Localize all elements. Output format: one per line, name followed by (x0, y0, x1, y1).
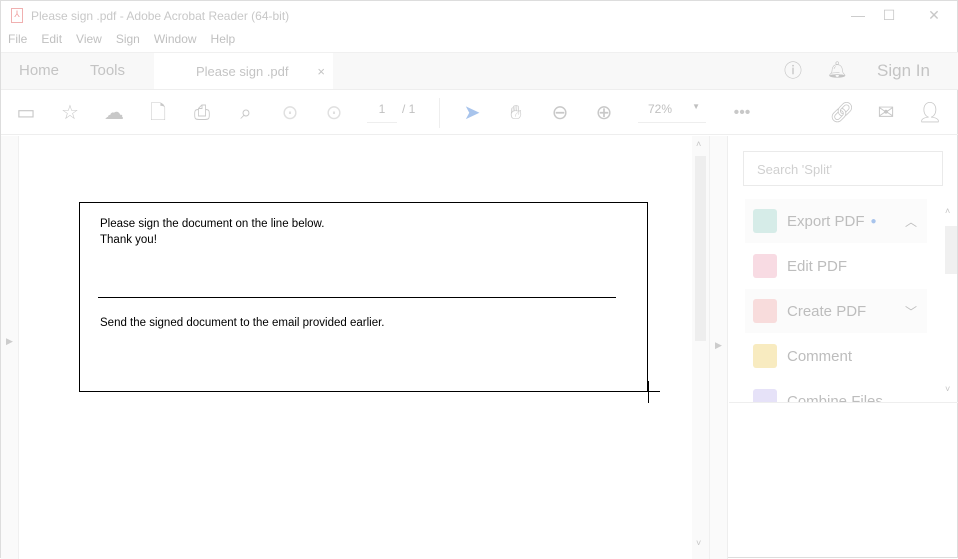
protect-icon[interactable]: 🗋︎ (145, 100, 171, 126)
chevron-up-icon[interactable]: ︿ (905, 213, 917, 230)
chevron-right-icon: ▶ (6, 336, 13, 346)
minimize-button[interactable]: — (843, 7, 873, 23)
chevron-down-icon: ▼ (692, 102, 700, 111)
help-icon[interactable]: ⓘ (784, 53, 802, 90)
share-link-icon[interactable]: 🔗︎ (829, 100, 855, 126)
bell-icon[interactable]: 🔔︎ (827, 53, 847, 90)
zoom-in-icon[interactable]: ⊕ (591, 100, 617, 126)
close-button[interactable]: ✕ (919, 7, 949, 24)
upload-cloud-icon[interactable]: ☁ (101, 100, 127, 126)
tool-label: Edit PDF (787, 257, 848, 275)
left-panel-toggle[interactable]: ▶ (1, 136, 19, 559)
right-panel-toggle[interactable]: ▶ (709, 136, 728, 559)
zoom-select[interactable]: 72% ▼ (638, 102, 706, 123)
tab-tools[interactable]: Tools (90, 53, 125, 90)
tools-pane: Search 'Split' Export PDF ● ︿ Edit PDF Cre… (729, 136, 958, 559)
tab-document[interactable]: Please sign .pdf × (154, 53, 333, 90)
tool-label: Combine Files (787, 392, 883, 403)
scroll-down-icon[interactable]: ˅ (696, 538, 701, 548)
create-pdf-icon (753, 299, 777, 323)
chevron-right-icon: ▶ (715, 340, 722, 350)
print-icon[interactable]: ⎙ (189, 100, 215, 126)
tool-edit-pdf[interactable]: Edit PDF (745, 244, 927, 288)
scroll-up-icon[interactable]: ˄ (696, 139, 701, 149)
tool-export-pdf[interactable]: Export PDF ● ︿ (745, 199, 927, 243)
premium-badge-icon: ● (870, 215, 877, 227)
close-tab-icon[interactable]: × (317, 53, 325, 90)
tab-home[interactable]: Home (19, 53, 59, 90)
scrollbar-thumb[interactable] (695, 156, 706, 341)
email-icon[interactable]: ✉ (873, 100, 899, 126)
edit-pdf-icon (753, 254, 777, 278)
menu-file[interactable]: File (1, 32, 34, 52)
sign-in-button[interactable]: Sign In (877, 53, 930, 90)
tools-scrollbar-thumb[interactable] (945, 226, 957, 274)
signature-line (98, 297, 616, 298)
document-text-line: Send the signed document to the email pr… (100, 317, 385, 329)
search-icon[interactable]: ⌕ (233, 100, 259, 126)
menu-sign[interactable]: Sign (109, 32, 147, 52)
divider (439, 98, 440, 128)
tool-label: Export PDF (787, 212, 865, 230)
tab-document-label: Please sign .pdf (196, 64, 289, 79)
select-cursor-icon[interactable]: ➤ (459, 100, 485, 126)
pdf-content-box: Please sign the document on the line bel… (79, 202, 648, 392)
menu-window[interactable]: Window (147, 32, 204, 52)
tool-list-clip: Combine Files (729, 379, 943, 402)
menu-edit[interactable]: Edit (34, 32, 69, 52)
zoom-out-icon[interactable]: ⊖ (547, 100, 573, 126)
combine-files-icon (753, 389, 777, 402)
star-icon[interactable]: ☆ (57, 100, 83, 126)
divider (729, 402, 958, 403)
page-total: / 1 (402, 102, 416, 116)
comment-icon (753, 344, 777, 368)
document-text-line: Please sign the document on the line bel… (100, 218, 325, 230)
title-bar: ⅄ Please sign .pdf - Adobe Acrobat Reade… (1, 1, 958, 31)
crosshair-cursor-icon (648, 381, 649, 403)
tool-label: Comment (787, 347, 853, 365)
tool-search-input[interactable]: Search 'Split' (743, 151, 943, 186)
tool-create-pdf[interactable]: Create PDF ﹀ (745, 289, 927, 333)
toolbar: ▭ ☆ ☁ 🗋︎ ⎙ ⌕ ⊙ ⊙ 1 / 1 ➤ ✋︎ ⊖ ⊕ 72% ▼ •••… (1, 89, 958, 135)
next-page-icon[interactable]: ⊙ (321, 100, 347, 126)
acrobat-icon: ⅄ (11, 8, 23, 23)
page-number-input[interactable]: 1 (367, 102, 397, 123)
hand-icon[interactable]: ✋︎ (503, 100, 529, 126)
user-add-icon[interactable]: 👤︎ (917, 100, 943, 126)
crosshair-cursor-icon (637, 391, 660, 392)
more-icon[interactable]: ••• (729, 100, 755, 126)
document-text-line: Thank you! (100, 234, 157, 246)
prev-page-icon[interactable]: ⊙ (277, 100, 303, 126)
menu-bar: File Edit View Sign Window Help (1, 32, 242, 52)
tool-combine-files[interactable]: Combine Files (745, 379, 927, 402)
chevron-down-icon[interactable]: ﹀ (905, 303, 917, 320)
menu-help[interactable]: Help (204, 32, 243, 52)
menu-view[interactable]: View (69, 32, 109, 52)
scroll-up-icon[interactable]: ˄ (945, 206, 950, 216)
tab-bar: Home Tools Please sign .pdf × ⓘ 🔔︎ Sign … (1, 52, 958, 90)
scroll-down-icon[interactable]: ˅ (945, 384, 950, 394)
window-title: Please sign .pdf - Adobe Acrobat Reader … (31, 9, 290, 23)
maximize-button[interactable]: ☐ (874, 7, 904, 24)
tool-label: Create PDF (787, 302, 867, 320)
tool-comment[interactable]: Comment (745, 334, 927, 378)
export-pdf-icon (753, 209, 777, 233)
save-icon[interactable]: ▭ (13, 100, 39, 126)
zoom-value: 72% (648, 102, 673, 116)
